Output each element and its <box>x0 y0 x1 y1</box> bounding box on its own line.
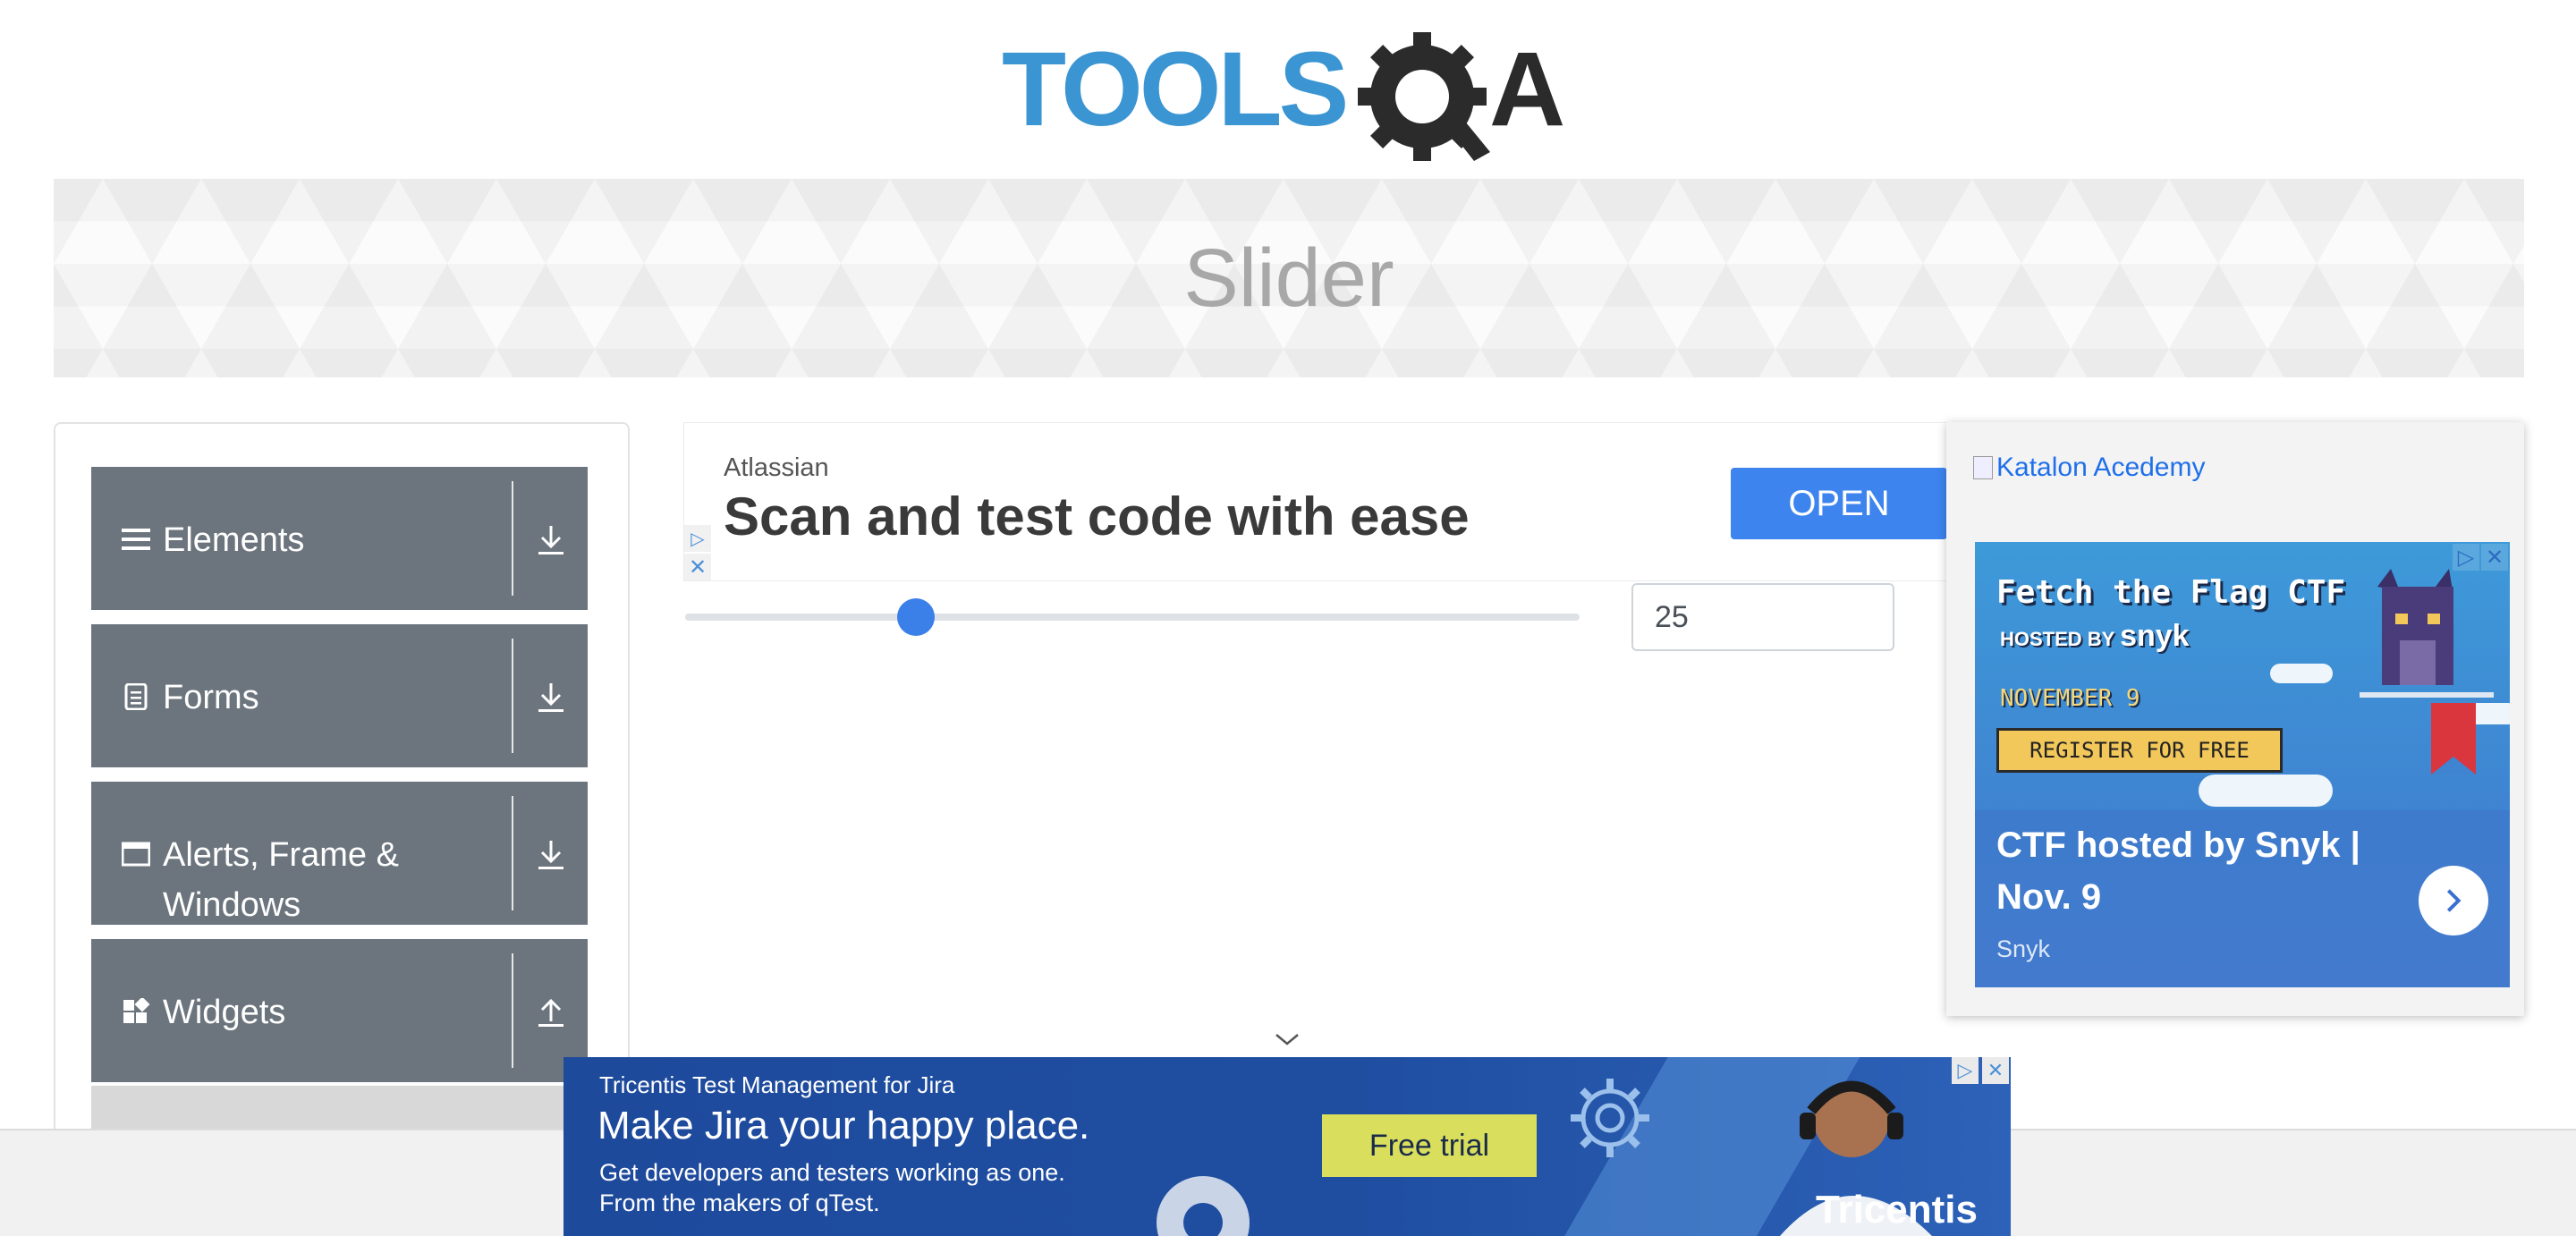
sidebar-group-widgets[interactable]: Widgets <box>91 939 588 1082</box>
sidebar-group-elements[interactable]: Elements <box>91 467 588 610</box>
expand-down-icon[interactable] <box>535 680 567 715</box>
snyk-ad-title: Fetch the Flag CTF <box>1996 574 2346 611</box>
sidebar-group-alerts-frame-windows[interactable]: Alerts, Frame & Windows <box>91 782 588 925</box>
cloud <box>2199 775 2333 807</box>
adchoices-icon[interactable]: ▷ <box>684 525 711 552</box>
document-icon <box>122 682 150 711</box>
divider <box>512 481 513 596</box>
adchoices-icon[interactable]: ▷ <box>1952 1057 1979 1084</box>
page-banner: Slider <box>54 179 2524 377</box>
left-sidebar: Elements Forms Alerts, Frame & Windows W… <box>54 422 630 1227</box>
right-ad-panel: Katalon Acedemy Fetch the Flag CTF HOSTE… <box>1946 422 2524 1016</box>
gear-icon <box>1571 1079 1649 1157</box>
katalon-ad-alt: Katalon Acedemy <box>1996 453 2206 482</box>
range-slider[interactable] <box>685 598 1580 636</box>
widgets-icon <box>122 996 150 1025</box>
host-name: snyk <box>2120 619 2190 653</box>
hosted-by-text: HOSTED BY <box>2000 628 2114 650</box>
ad-headline: Make Jira your happy place. <box>597 1104 1090 1147</box>
ad-subtext-line: Get developers and testers working as on… <box>599 1159 1065 1186</box>
sidebar-group-label: Forms <box>163 679 259 716</box>
broken-image-icon <box>1973 456 1993 479</box>
snyk-ad-hosted: HOSTED BY snyk <box>2000 619 2190 654</box>
close-icon[interactable]: ✕ <box>1982 1057 2009 1084</box>
snyk-ad-date: NOVEMBER 9 <box>2000 685 2140 712</box>
register-button[interactable]: REGISTER FOR FREE <box>1996 728 2283 773</box>
page-title: Slider <box>1183 232 1394 324</box>
ad-headline[interactable]: Scan and test code with ease <box>724 486 1470 547</box>
snyk-ad-advertiser: Snyk <box>1996 935 2051 962</box>
hamburger-icon <box>122 526 150 553</box>
tricentis-brand: Tricentis <box>1816 1188 1978 1232</box>
slider-row <box>683 581 1900 653</box>
slider-fill <box>685 614 909 621</box>
divider <box>512 639 513 753</box>
chevron-down-icon[interactable] <box>1274 1030 1301 1048</box>
ad-kicker: Tricentis Test Management for Jira <box>599 1071 955 1098</box>
adchoices-icon[interactable]: ▷ <box>2453 544 2479 571</box>
ad-brand: Atlassian <box>724 453 829 482</box>
cloud <box>2270 664 2333 683</box>
sidebar-group-label: Alerts, Frame & Windows <box>163 836 399 924</box>
mascot-illustration <box>2360 569 2494 775</box>
svg-text:A: A <box>1489 30 1565 148</box>
tricentis-ad[interactable]: Tricentis Test Management for Jira Make … <box>564 1057 2011 1236</box>
snyk-ad[interactable]: Fetch the Flag CTF HOSTED BY snyk NOVEMB… <box>1975 542 2510 987</box>
close-icon[interactable]: ✕ <box>2481 544 2508 571</box>
divider <box>512 796 513 910</box>
snyk-ad-headline[interactable]: CTF hosted by Snyk | Nov. 9 <box>1996 819 2390 923</box>
katalon-ad-link[interactable]: Katalon Acedemy <box>1973 453 2205 483</box>
slider-value-field[interactable] <box>1631 583 1894 651</box>
expand-down-icon[interactable] <box>535 522 567 558</box>
svg-text:TOOLS: TOOLS <box>1002 30 1346 148</box>
slider-thumb[interactable] <box>896 598 935 636</box>
site-header: TOOLS A <box>0 0 2576 179</box>
toolsqa-logo[interactable]: TOOLS A <box>1002 27 1583 161</box>
atlassian-ad[interactable]: Atlassian Scan and test code with ease O… <box>683 422 1947 581</box>
expand-down-icon[interactable] <box>535 837 567 873</box>
chevron-right-icon[interactable] <box>2419 866 2488 935</box>
sidebar-group-forms[interactable]: Forms <box>91 624 588 767</box>
close-icon[interactable]: ✕ <box>684 554 711 580</box>
ad-open-button[interactable]: OPEN <box>1731 468 1947 539</box>
ad-subtext-line: From the makers of qTest. <box>599 1189 880 1216</box>
ad-subtext: Get developers and testers working as on… <box>599 1157 1225 1218</box>
sidebar-group-label: Elements <box>163 521 305 559</box>
sidebar-group-label: Widgets <box>163 994 286 1031</box>
window-icon <box>121 841 151 868</box>
free-trial-button[interactable]: Free trial <box>1322 1114 1537 1177</box>
collapse-up-icon[interactable] <box>535 995 567 1030</box>
divider <box>512 953 513 1068</box>
